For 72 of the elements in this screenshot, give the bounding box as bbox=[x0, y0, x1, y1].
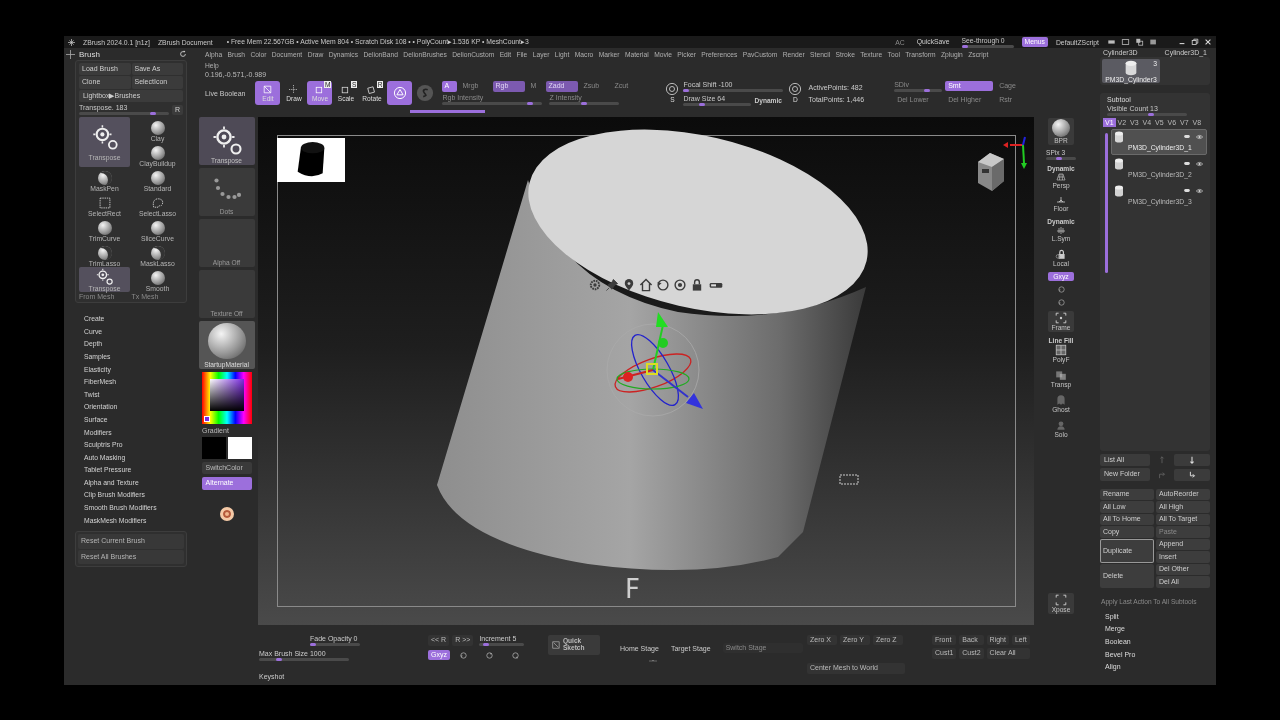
home-icon[interactable] bbox=[639, 278, 653, 292]
slider-thumb[interactable] bbox=[1055, 157, 1062, 160]
transpose-icon bbox=[211, 125, 242, 155]
slider-thumb[interactable] bbox=[1147, 113, 1154, 116]
cylinder-icon bbox=[1114, 130, 1124, 143]
sketch-icon bbox=[552, 640, 560, 650]
axis-triad-icon bbox=[1003, 136, 1027, 169]
grid-icon bbox=[1053, 172, 1069, 182]
rotate-icon[interactable] bbox=[484, 650, 494, 660]
layout-icon[interactable] bbox=[1149, 38, 1158, 46]
slider-thumb[interactable] bbox=[150, 112, 157, 116]
gizmo-icon bbox=[393, 86, 407, 100]
frame-icon bbox=[1053, 312, 1069, 324]
ghost-icon bbox=[1054, 394, 1068, 406]
move-icon bbox=[66, 49, 75, 59]
slider-thumb[interactable] bbox=[527, 101, 534, 105]
lock-icon bbox=[1054, 248, 1068, 260]
visibility-icon bbox=[1195, 159, 1204, 168]
arrow-turn-icon bbox=[1188, 470, 1196, 479]
slider-thumb[interactable] bbox=[310, 643, 316, 646]
cylinder-icon bbox=[1114, 157, 1124, 170]
location-pin-icon[interactable] bbox=[622, 278, 636, 292]
rotate-icon[interactable] bbox=[1056, 285, 1066, 294]
rotate-icon[interactable] bbox=[1056, 298, 1066, 307]
overlay-letter: F bbox=[625, 575, 640, 603]
slider-thumb[interactable] bbox=[699, 102, 705, 106]
move-into-folder-button[interactable] bbox=[1174, 468, 1210, 481]
edit-icon bbox=[262, 84, 274, 95]
polygon-grid-icon bbox=[1054, 344, 1068, 356]
color-picker[interactable] bbox=[201, 372, 252, 424]
transform-gizmo-drawing[interactable] bbox=[606, 312, 703, 417]
close-icon[interactable] bbox=[1204, 38, 1212, 46]
pin-icon[interactable] bbox=[605, 278, 619, 292]
brush-size-slider[interactable] bbox=[79, 112, 169, 116]
rotate-icon[interactable] bbox=[510, 650, 520, 660]
slider-thumb[interactable] bbox=[483, 643, 490, 646]
lock-icon[interactable] bbox=[690, 278, 704, 292]
scrollbar[interactable] bbox=[1105, 133, 1108, 273]
solo-icon bbox=[1054, 419, 1068, 431]
head-icon bbox=[978, 153, 1004, 191]
rotate-icon bbox=[366, 84, 378, 95]
move-down-button[interactable] bbox=[1174, 454, 1210, 467]
navigation-thumbnail[interactable] bbox=[277, 138, 345, 182]
record-icon[interactable] bbox=[219, 506, 234, 521]
arrow-down-icon bbox=[1188, 456, 1196, 465]
circle-icon[interactable] bbox=[673, 278, 687, 292]
layout-icon[interactable] bbox=[1135, 38, 1144, 46]
primary-color-swatch[interactable] bbox=[201, 437, 226, 459]
material-icon bbox=[207, 323, 246, 359]
visibility-icon bbox=[1195, 132, 1204, 141]
slider-thumb[interactable] bbox=[683, 88, 690, 92]
render-sphere-icon bbox=[1052, 119, 1070, 137]
cylinder-icon bbox=[1114, 184, 1124, 197]
restore-icon[interactable] bbox=[1191, 38, 1199, 46]
gizmo-toggle-button[interactable] bbox=[387, 81, 413, 105]
transparency-icon bbox=[1054, 369, 1068, 381]
refresh-icon[interactable] bbox=[179, 50, 187, 58]
expand-icon bbox=[1053, 594, 1069, 606]
rotate-icon[interactable] bbox=[458, 650, 468, 660]
logo-icon bbox=[68, 38, 75, 46]
visibility-icon bbox=[1195, 186, 1204, 195]
slider-thumb[interactable] bbox=[961, 44, 968, 48]
reset-icon[interactable] bbox=[656, 278, 670, 292]
slider-thumb[interactable] bbox=[581, 101, 588, 105]
slider-thumb[interactable] bbox=[275, 658, 282, 661]
palette-title: Brush bbox=[79, 49, 101, 59]
secondary-color-swatch[interactable] bbox=[227, 437, 252, 459]
cylinder-icon bbox=[1124, 60, 1138, 76]
cursor-icon bbox=[839, 474, 859, 485]
settings-icon[interactable] bbox=[588, 278, 602, 292]
slider-thumb[interactable] bbox=[923, 88, 930, 92]
draw-icon bbox=[288, 84, 300, 95]
